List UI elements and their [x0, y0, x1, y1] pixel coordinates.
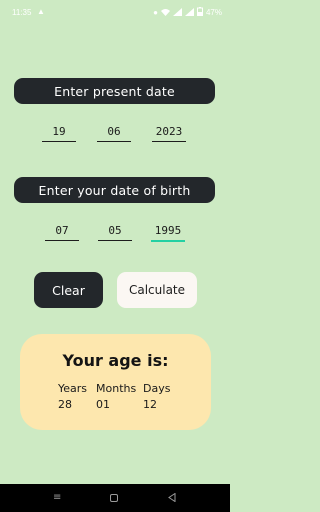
- result-card: Your age is: Years 28 Months 01 Days 12: [20, 334, 211, 430]
- birth-day-input[interactable]: 07: [45, 222, 79, 241]
- status-time: 11:35: [12, 8, 32, 17]
- result-title: Your age is:: [62, 351, 169, 370]
- birth-date-header: Enter your date of birth: [14, 177, 215, 203]
- years-column: Years 28: [58, 382, 87, 411]
- days-label: Days: [143, 382, 171, 395]
- present-day-input[interactable]: 19: [42, 123, 76, 142]
- present-year-input[interactable]: 2023: [152, 123, 186, 142]
- months-value: 01: [96, 398, 110, 411]
- years-label: Years: [58, 382, 88, 395]
- battery-percent: 47%: [205, 8, 222, 17]
- battery-icon: [196, 7, 203, 18]
- birth-year-input[interactable]: 1995: [151, 222, 185, 242]
- wifi-icon: [160, 8, 170, 18]
- home-icon[interactable]: [110, 491, 118, 507]
- calculate-button[interactable]: Calculate: [117, 272, 197, 308]
- months-column: Months 01: [96, 382, 136, 411]
- days-column: Days 12: [143, 382, 170, 411]
- signal-icon-2: [184, 7, 194, 18]
- present-date-header: Enter present date: [14, 78, 215, 104]
- days-value: 12: [143, 398, 157, 411]
- back-icon[interactable]: [168, 491, 176, 507]
- months-label: Months: [96, 382, 137, 395]
- recent-apps-icon[interactable]: ≡: [53, 491, 61, 505]
- signal-icon: [172, 7, 182, 18]
- navigation-bar: ≡: [0, 484, 230, 512]
- years-value: 28: [58, 398, 72, 411]
- status-bar: 11:35 ▲ ● 47%: [0, 0, 230, 26]
- notification-icon: ▲: [37, 7, 45, 16]
- birth-month-input[interactable]: 05: [98, 222, 132, 241]
- nfc-icon: ●: [153, 8, 158, 17]
- clear-button[interactable]: Clear: [34, 272, 103, 308]
- present-month-input[interactable]: 06: [97, 123, 131, 142]
- status-icons: ● 47%: [153, 7, 222, 18]
